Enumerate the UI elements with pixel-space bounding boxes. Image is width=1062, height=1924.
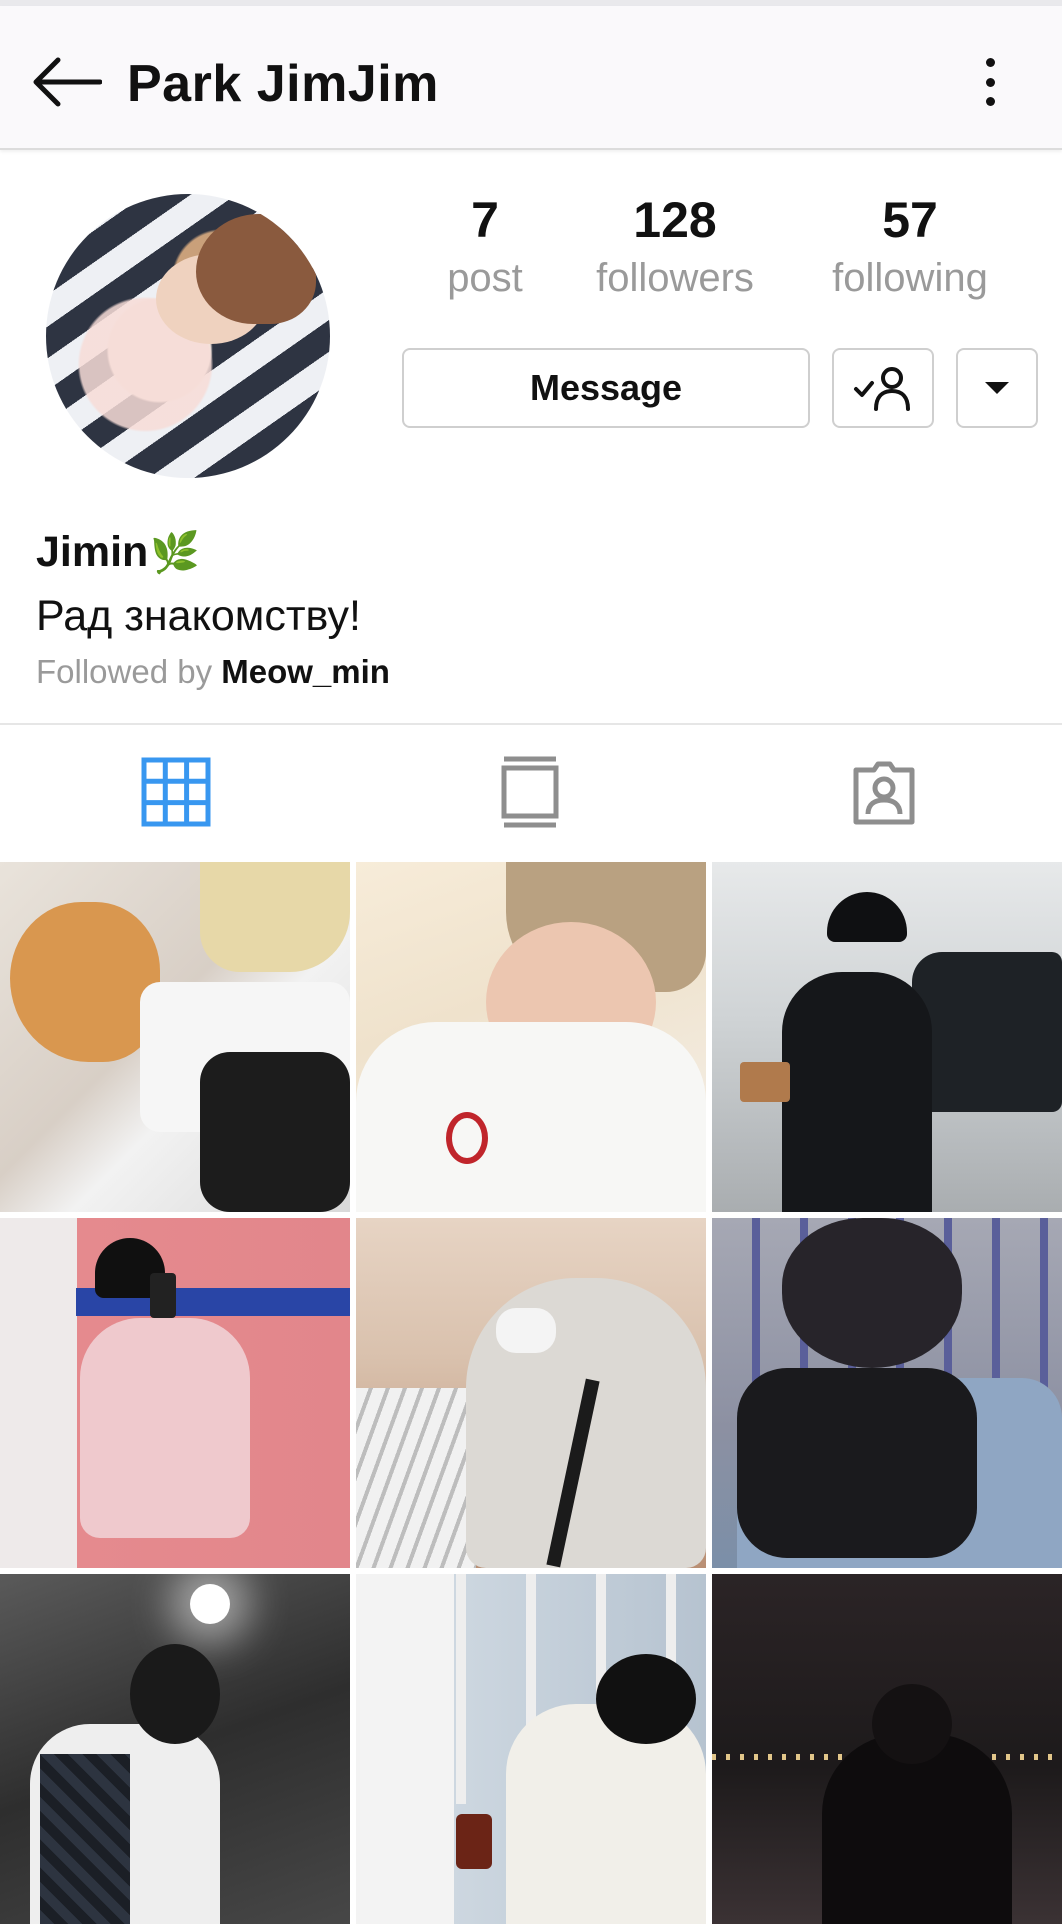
grid-icon	[141, 757, 211, 827]
photo-cap	[827, 892, 907, 942]
followed-by-line: Followed by Meow_min	[36, 650, 390, 694]
arrow-left-icon	[33, 57, 102, 107]
stat-posts-label: post	[447, 256, 523, 300]
profile-display-name: Jimin 🌿	[36, 528, 200, 577]
person-check-icon	[854, 367, 910, 411]
photo-planter	[740, 1062, 790, 1102]
tab-feed[interactable]	[490, 752, 570, 832]
tagged-icon	[853, 761, 915, 825]
tab-tagged[interactable]	[844, 752, 924, 832]
avatar-hair	[196, 214, 316, 324]
more-options-button[interactable]	[975, 52, 1005, 112]
photo-plaid	[40, 1754, 130, 1924]
photo-hair	[596, 1654, 696, 1744]
profile-bio: Рад знакомству!	[36, 592, 361, 640]
more-vertical-icon	[985, 58, 995, 67]
photo-tile[interactable]	[712, 1574, 1062, 1924]
photo-phone	[150, 1273, 176, 1318]
profile-avatar[interactable]	[46, 194, 330, 478]
photo-hair	[200, 862, 350, 972]
stat-followers-value: 128	[633, 192, 717, 248]
photo-person	[506, 1704, 706, 1924]
photo-tile[interactable]	[712, 862, 1062, 1212]
more-vertical-icon-dot	[985, 97, 995, 106]
photo-shirt	[356, 1022, 706, 1212]
stat-followers-label: followers	[596, 256, 754, 300]
photo-tile[interactable]	[356, 1574, 706, 1924]
profile-username-title: Park JimJim	[127, 55, 439, 113]
photo-logo	[446, 1112, 488, 1164]
stat-following[interactable]: 57 following	[815, 190, 1005, 304]
followed-by-user-link[interactable]: Meow_min	[221, 653, 390, 690]
app-bar: Park JimJim	[0, 6, 1062, 150]
tab-grid[interactable]	[136, 752, 216, 832]
photo-jacket	[782, 972, 932, 1212]
stat-posts[interactable]: 7 post	[430, 190, 540, 304]
suggestions-dropdown-button[interactable]	[956, 348, 1038, 428]
photo-dark-cloth	[200, 1052, 350, 1212]
followed-by-prefix: Followed by	[36, 653, 213, 690]
tabs-divider	[0, 723, 1062, 725]
photo-roof	[356, 1388, 476, 1568]
stat-followers[interactable]: 128 followers	[580, 190, 770, 304]
stat-posts-value: 7	[471, 192, 499, 248]
photo-head	[872, 1684, 952, 1764]
following-status-button[interactable]	[832, 348, 934, 428]
photo-streetlight	[190, 1584, 230, 1624]
photo-sweater	[80, 1318, 250, 1538]
stat-following-value: 57	[882, 192, 938, 248]
photo-tile[interactable]	[712, 1218, 1062, 1568]
feed-icon	[501, 756, 559, 828]
stat-following-label: following	[832, 256, 988, 300]
photo-cat	[10, 902, 160, 1062]
photo-tile[interactable]	[0, 1218, 350, 1568]
photo-car	[912, 952, 1062, 1112]
photo-tile[interactable]	[0, 1574, 350, 1924]
caret-down-icon	[985, 382, 1009, 394]
photo-jar	[456, 1814, 492, 1869]
photo-hair	[782, 1218, 962, 1368]
display-name-text: Jimin	[36, 528, 149, 576]
photo-black-hood	[737, 1368, 977, 1558]
photo-tile[interactable]	[356, 862, 706, 1212]
photo-mask	[496, 1308, 556, 1353]
leaf-emoji-icon: 🌿	[150, 531, 201, 575]
more-vertical-icon-dot	[985, 77, 995, 87]
photo-head	[130, 1644, 220, 1744]
photo-tile[interactable]	[0, 862, 350, 1212]
photo-tile[interactable]	[356, 1218, 706, 1568]
back-button[interactable]	[30, 46, 110, 118]
message-button[interactable]: Message	[402, 348, 810, 428]
